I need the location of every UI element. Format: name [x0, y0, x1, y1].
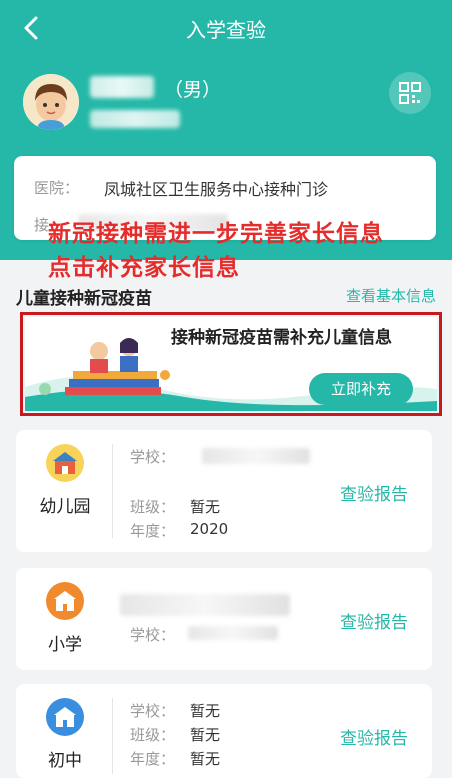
year-value: 2020	[190, 520, 229, 538]
school-value-redacted	[188, 626, 278, 640]
year-label: 年度：	[130, 522, 176, 540]
level-label: 小学	[48, 635, 82, 655]
school-card-kindergarten: 幼儿园 学校： 班级： 暂无 年度： 2020 查验报告	[16, 430, 432, 552]
class-value: 暂无	[190, 726, 221, 744]
divider	[112, 698, 113, 774]
hospital-value: 凤城社区卫生服务中心接种门诊	[104, 180, 329, 199]
school-card-middle: 初中 学校： 暂无 班级： 暂无 年度： 暂无 查验报告	[16, 684, 432, 778]
year-value: 暂无	[190, 750, 221, 768]
class-value: 暂无	[190, 498, 221, 516]
school-label: 学校：	[130, 702, 176, 720]
kindergarten-icon	[46, 444, 84, 482]
primary-school-icon	[46, 582, 84, 620]
divider	[112, 444, 113, 538]
inspection-report-link[interactable]: 查验报告	[340, 480, 408, 505]
nav-bar: 入学查验	[0, 0, 452, 56]
info-row2-label: 接	[34, 216, 50, 234]
annotation-line1: 新冠接种需进一步完善家长信息	[48, 221, 384, 247]
avatar	[23, 74, 79, 130]
vaccine-info-banner[interactable]: 接种新冠疫苗需补充儿童信息 立即补充	[25, 317, 437, 411]
banner-title: 接种新冠疫苗需补充儿童信息	[171, 328, 392, 348]
middle-school-icon	[46, 698, 84, 736]
section-title: 儿童接种新冠疫苗	[16, 289, 152, 309]
class-label: 班级：	[130, 726, 176, 744]
gender-label: （男）	[164, 79, 222, 101]
child-name-redacted	[90, 76, 154, 98]
school-value: 暂无	[190, 702, 221, 720]
view-basic-info-link[interactable]: 查看基本信息	[346, 285, 436, 306]
inspection-report-link[interactable]: 查验报告	[340, 608, 408, 633]
year-label: 年度：	[130, 750, 176, 768]
class-label: 班级：	[130, 498, 176, 516]
page-title: 入学查验	[186, 18, 266, 42]
school-value-redacted	[202, 448, 310, 464]
inspection-report-link[interactable]: 查验报告	[340, 724, 408, 749]
school-info-redacted	[120, 594, 290, 616]
hospital-label: 医院：	[34, 179, 80, 197]
school-label: 学校：	[130, 626, 176, 644]
annotation-line2: 点击补充家长信息	[48, 255, 240, 281]
school-card-primary: 小学 学校： 查验报告	[16, 568, 432, 670]
supplement-now-button[interactable]: 立即补充	[309, 373, 413, 405]
level-label: 幼儿园	[39, 497, 91, 517]
qr-code-button[interactable]	[389, 72, 431, 114]
qr-code-icon	[399, 82, 421, 104]
child-id-redacted	[90, 110, 180, 128]
school-label: 学校：	[130, 448, 176, 466]
level-label: 初中	[48, 751, 82, 771]
